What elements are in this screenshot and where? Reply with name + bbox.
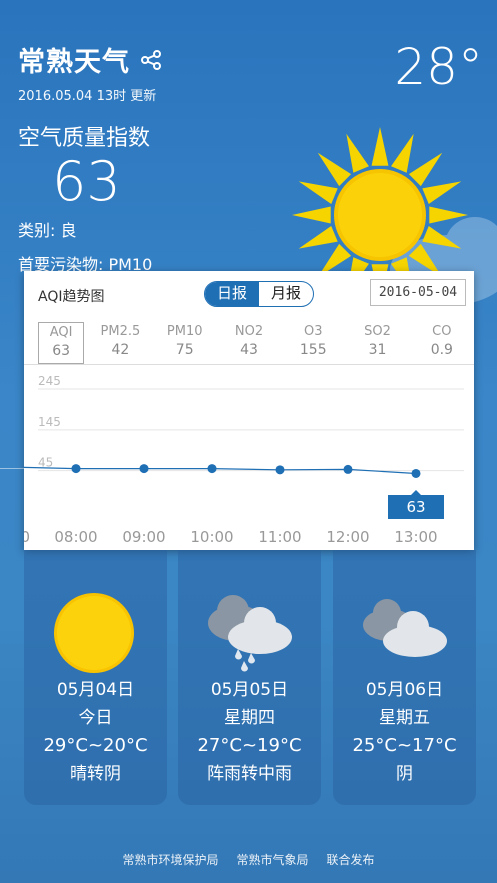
- report-toggle[interactable]: 日报 月报: [204, 281, 314, 307]
- sun-ray: [391, 133, 414, 173]
- sun-ray: [298, 226, 338, 249]
- date-picker[interactable]: 2016-05-04: [370, 279, 466, 306]
- y-tick-label: 245: [38, 374, 61, 388]
- footer-epb: 常熟市环境保护局: [122, 853, 219, 867]
- aqi-category: 类别: 良: [18, 221, 77, 240]
- sun-ray: [429, 206, 468, 224]
- sun-ray: [422, 226, 462, 249]
- tab-daily[interactable]: 日报: [205, 282, 259, 306]
- callout-pointer: [411, 490, 421, 495]
- sun-ray: [317, 152, 352, 187]
- cloud-icon: [363, 599, 447, 657]
- city-name: 常熟天气: [18, 47, 130, 78]
- sun-ray: [346, 133, 369, 173]
- aqi-trend-chart: 24514545630 08:00 09:00 10:00 11:00 12:00 13:0…: [24, 374, 464, 546]
- forecast-card-today[interactable]: 05月04日 今日 29°C~20°C 晴转阴: [24, 550, 167, 805]
- sun-ray: [422, 181, 462, 204]
- metric-co[interactable]: CO 0.9: [410, 317, 474, 364]
- footer-joint: 联合发布: [326, 853, 375, 867]
- metric-o3[interactable]: O3 155: [281, 317, 345, 364]
- forecast-weather: 阴: [396, 764, 413, 784]
- forecast-date: 05月04日: [56, 680, 135, 700]
- metric-pm25[interactable]: PM2.5 42: [88, 317, 152, 364]
- metric-no2[interactable]: NO2 43: [217, 317, 281, 364]
- forecast-day: 今日: [78, 708, 113, 728]
- data-point: [139, 464, 149, 474]
- x-tick-label: 08:00: [54, 528, 97, 546]
- forecast-card-friday[interactable]: 05月06日 星期五 25°C~17°C 阴: [333, 550, 476, 805]
- aqi-trend-card: AQI趋势图 日报 月报 2016-05-04 AQI 63 PM2.5 42 PM…: [24, 271, 474, 550]
- forecast-temp: 25°C~17°C: [352, 735, 457, 756]
- sun-ray: [371, 127, 389, 166]
- x-tick-label: 10:00: [190, 528, 233, 546]
- aqi-trend-title: AQI趋势图: [38, 289, 105, 305]
- current-temperature: 28°: [394, 38, 483, 96]
- rain-cloud-icon: [208, 595, 292, 672]
- aqi-value: 63: [52, 150, 121, 213]
- forecast-temp: 29°C~20°C: [43, 735, 148, 756]
- footer: 常熟市环境保护局 常熟市气象局 联合发布: [0, 851, 497, 868]
- metric-pm10[interactable]: PM10 75: [153, 317, 217, 364]
- update-time: 2016.05.04 13时 更新: [18, 89, 157, 104]
- metric-aqi[interactable]: AQI 63: [24, 317, 88, 364]
- forecast-temp: 27°C~19°C: [197, 735, 302, 756]
- forecast-card-thursday[interactable]: 05月05日 星期四 27°C~19°C 阵雨转中雨: [178, 550, 321, 805]
- forecast-date: 05月05日: [210, 680, 289, 700]
- data-point: [71, 464, 81, 474]
- x-tick-label: 12:00: [326, 528, 369, 546]
- sun-ray: [408, 152, 443, 187]
- data-point: [275, 465, 285, 475]
- sun-ray: [292, 206, 331, 224]
- sun-icon: [54, 593, 134, 673]
- x-tick-label: 0: [24, 528, 30, 546]
- x-tick-label: 13:00: [394, 528, 437, 546]
- x-tick-label: 11:00: [258, 528, 301, 546]
- y-tick-label: 145: [38, 415, 61, 429]
- tab-monthly[interactable]: 月报: [259, 282, 313, 306]
- aqi-title: 空气质量指数: [18, 126, 151, 151]
- data-point: [343, 464, 353, 474]
- data-point: [411, 468, 421, 478]
- sun-ray: [298, 181, 338, 204]
- divider: [0, 468, 24, 469]
- forecast-day: 星期四: [224, 708, 275, 728]
- metric-tabs: AQI 63 PM2.5 42 PM10 75 NO2 43 O3 155 SO2 31 C…: [24, 317, 474, 365]
- forecast-weather: 阵雨转中雨: [207, 764, 292, 784]
- metric-so2[interactable]: SO2 31: [345, 317, 409, 364]
- x-tick-label: 09:00: [122, 528, 165, 546]
- data-point: [207, 464, 217, 474]
- callout-label: 63: [406, 498, 425, 516]
- forecast-day: 星期五: [379, 708, 430, 728]
- share-icon[interactable]: [140, 49, 162, 71]
- forecast-weather: 晴转阴: [70, 764, 121, 784]
- forecast-date: 05月06日: [365, 680, 444, 700]
- footer-weather-bureau: 常熟市气象局: [236, 853, 309, 867]
